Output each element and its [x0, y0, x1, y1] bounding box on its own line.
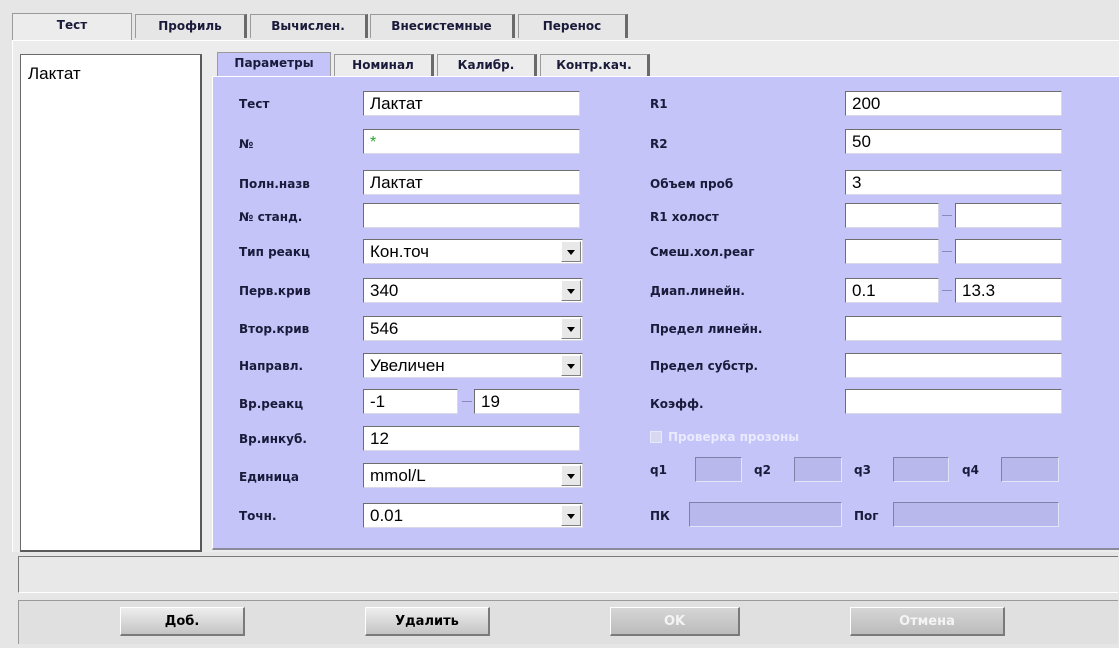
r1-blank-label: R1 холост — [650, 210, 719, 224]
range-dash — [942, 251, 952, 252]
std-number-field[interactable] — [363, 203, 580, 228]
linear-limit-label: Предел линейн. — [650, 322, 763, 336]
tab-transfer[interactable]: Перенос — [518, 14, 628, 38]
q3-label: q3 — [854, 463, 871, 477]
linear-range-from[interactable]: 0.1 — [845, 278, 939, 303]
mixed-blank-from[interactable] — [845, 239, 939, 264]
range-dash — [942, 290, 952, 291]
range-dash — [462, 401, 472, 402]
full-name-label: Полн.назв — [239, 177, 310, 191]
precision-label: Точн. — [239, 509, 277, 523]
chevron-down-icon[interactable] — [561, 505, 581, 526]
required-star-icon: * — [370, 134, 377, 151]
prozone-label: Проверка прозоны — [668, 430, 800, 444]
unit-label: Единица — [239, 470, 299, 484]
q4-label: q4 — [962, 463, 979, 477]
delete-button[interactable]: Удалить — [365, 607, 490, 636]
incubation-time-field[interactable]: 12 — [363, 426, 580, 451]
status-bar — [18, 556, 1118, 593]
reaction-time-to[interactable]: 19 — [474, 389, 580, 414]
substrate-limit-label: Предел субстр. — [650, 359, 759, 373]
pk-field — [689, 502, 842, 527]
primary-wave-select[interactable]: 340 — [363, 278, 583, 303]
tab-parameters[interactable]: Параметры — [217, 52, 331, 78]
tab-calibration[interactable]: Калибр. — [437, 54, 537, 76]
q2-field — [794, 457, 842, 482]
mixed-blank-to[interactable] — [955, 239, 1062, 264]
range-dash — [942, 215, 952, 216]
std-number-label: № станд. — [239, 210, 303, 224]
direction-label: Направл. — [239, 359, 304, 373]
tab-non-system[interactable]: Внесистемные — [370, 14, 515, 38]
r2-label: R2 — [650, 137, 668, 151]
tab-calculated[interactable]: Вычислен. — [250, 14, 368, 38]
r2-field[interactable]: 50 — [845, 129, 1062, 154]
reaction-type-select[interactable]: Кон.точ — [363, 239, 583, 264]
direction-select[interactable]: Увеличен — [363, 353, 583, 378]
q1-label: q1 — [650, 463, 667, 477]
r1-field[interactable]: 200 — [845, 91, 1062, 116]
chevron-down-icon[interactable] — [561, 241, 581, 262]
ok-button[interactable]: OK — [610, 607, 740, 636]
r1-blank-to[interactable] — [955, 203, 1062, 228]
number-field[interactable]: * — [363, 129, 580, 154]
direction-value: Увеличен — [370, 356, 445, 375]
pk-label: ПК — [650, 509, 670, 523]
reaction-type-label: Тип реакц — [239, 245, 310, 259]
test-list[interactable]: Лактат — [20, 54, 202, 552]
q1-field — [695, 457, 742, 482]
linear-limit-field[interactable] — [845, 316, 1062, 341]
prozone-checkbox[interactable] — [650, 431, 662, 443]
linear-range-to[interactable]: 13.3 — [955, 278, 1062, 303]
chevron-down-icon[interactable] — [561, 465, 581, 486]
substrate-limit-field[interactable] — [845, 353, 1062, 378]
list-item[interactable]: Лактат — [28, 64, 81, 84]
primary-wave-label: Перв.крив — [239, 284, 311, 298]
sample-volume-label: Объем проб — [650, 177, 734, 191]
unit-select[interactable]: mmol/L — [363, 463, 583, 488]
mixed-blank-label: Смеш.хол.реаг — [650, 245, 755, 259]
chevron-down-icon[interactable] — [561, 318, 581, 339]
tab-quality-control[interactable]: Контр.кач. — [540, 54, 650, 76]
full-name-field[interactable]: Лактат — [363, 170, 580, 195]
tab-profile[interactable]: Профиль — [135, 14, 247, 38]
reaction-type-value: Кон.точ — [370, 242, 430, 261]
r1-blank-from[interactable] — [845, 203, 939, 228]
q3-field — [893, 457, 949, 482]
q2-label: q2 — [754, 463, 771, 477]
pog-label: Пог — [854, 509, 879, 523]
pog-field — [893, 502, 1059, 527]
tab-test[interactable]: Тест — [12, 13, 132, 41]
primary-wave-value: 340 — [370, 281, 399, 300]
number-label: № — [239, 137, 254, 151]
test-label: Тест — [239, 97, 270, 111]
add-button[interactable]: Доб. — [120, 607, 245, 636]
chevron-down-icon[interactable] — [561, 280, 581, 301]
q4-field — [1001, 457, 1059, 482]
linear-range-label: Диап.линейн. — [650, 284, 745, 298]
incubation-time-label: Вр.инкуб. — [239, 432, 307, 446]
precision-select[interactable]: 0.01 — [363, 503, 583, 528]
secondary-wave-value: 546 — [370, 319, 399, 338]
chevron-down-icon[interactable] — [561, 355, 581, 376]
secondary-wave-label: Втор.крив — [239, 322, 310, 336]
precision-value: 0.01 — [370, 506, 404, 525]
r1-label: R1 — [650, 97, 668, 111]
reaction-time-from[interactable]: -1 — [363, 389, 458, 414]
test-field[interactable]: Лактат — [363, 91, 580, 116]
coefficient-field[interactable] — [845, 389, 1062, 414]
sample-volume-field[interactable]: 3 — [845, 170, 1062, 195]
secondary-wave-select[interactable]: 546 — [363, 316, 583, 341]
coefficient-label: Коэфф. — [650, 397, 704, 411]
cancel-button[interactable]: Отмена — [850, 607, 1005, 636]
tab-nominal[interactable]: Номинал — [334, 54, 434, 76]
reaction-time-label: Вр.реакц — [239, 397, 304, 411]
unit-value: mmol/L — [370, 466, 426, 485]
